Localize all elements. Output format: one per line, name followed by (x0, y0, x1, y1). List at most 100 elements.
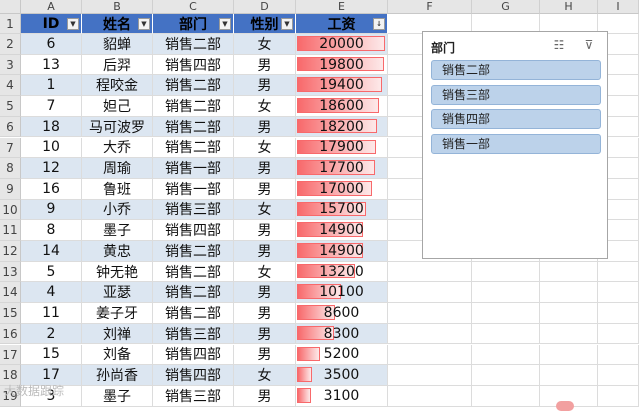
row-header[interactable]: 7 (0, 137, 21, 159)
cell-gender[interactable]: 女 (234, 96, 296, 117)
row-header[interactable]: 16 (0, 323, 21, 345)
cell-dept[interactable]: 销售二部 (153, 241, 234, 262)
empty-cell[interactable] (540, 261, 598, 283)
cell-gender[interactable]: 男 (234, 220, 296, 241)
cell-id[interactable]: 10 (21, 137, 82, 159)
cell-dept[interactable]: 销售二部 (153, 34, 234, 55)
col-header-e[interactable]: E (296, 0, 388, 14)
col-header-c[interactable]: C (153, 0, 234, 14)
empty-cell[interactable] (540, 323, 598, 345)
cell-dept[interactable]: 销售一部 (153, 158, 234, 179)
slicer-item-sales-3[interactable]: 销售三部 (431, 85, 601, 105)
empty-cell[interactable] (598, 344, 639, 366)
cell-id[interactable]: 4 (21, 282, 82, 304)
cell-name[interactable]: 小乔 (82, 199, 153, 221)
cell-gender[interactable]: 男 (234, 116, 296, 138)
cell-id[interactable]: 8 (21, 220, 82, 241)
cell-id[interactable]: 1 (21, 75, 82, 97)
cell-name[interactable]: 亚瑟 (82, 282, 153, 304)
row-header[interactable]: 13 (0, 261, 21, 283)
cell-name[interactable]: 周瑜 (82, 158, 153, 179)
cell-name[interactable]: 鲁班 (82, 178, 153, 200)
empty-cell[interactable] (472, 282, 540, 304)
cell-dept[interactable]: 销售三部 (153, 323, 234, 345)
cell-name[interactable]: 墨子 (82, 220, 153, 241)
cell-id[interactable]: 12 (21, 158, 82, 179)
cell-name[interactable]: 后羿 (82, 54, 153, 76)
cell-id[interactable]: 14 (21, 241, 82, 262)
row-header[interactable]: 15 (0, 303, 21, 324)
cell-id[interactable]: 15 (21, 344, 82, 366)
empty-cell[interactable] (472, 323, 540, 345)
empty-cell[interactable] (598, 303, 639, 324)
empty-cell[interactable] (472, 261, 540, 283)
cell-id[interactable]: 6 (21, 34, 82, 55)
empty-cell[interactable] (540, 303, 598, 324)
row-header[interactable]: 10 (0, 199, 21, 221)
filter-dropdown-icon[interactable]: ▼ (67, 18, 79, 30)
cell-dept[interactable]: 销售二部 (153, 261, 234, 283)
cell-salary[interactable]: 19400 (296, 75, 388, 97)
cell-gender[interactable]: 男 (234, 158, 296, 179)
cell-salary[interactable]: 20000 (296, 34, 388, 55)
empty-cell[interactable] (540, 365, 598, 386)
cell-salary[interactable]: 18600 (296, 96, 388, 117)
empty-cell[interactable] (388, 365, 472, 386)
col-header-a[interactable]: A (21, 0, 82, 14)
cell-dept[interactable]: 销售二部 (153, 303, 234, 324)
cell-name[interactable]: 钟无艳 (82, 261, 153, 283)
empty-cell[interactable] (540, 344, 598, 366)
cell-name[interactable]: 孙尚香 (82, 365, 153, 386)
cell-name[interactable]: 姜子牙 (82, 303, 153, 324)
col-header-b[interactable]: B (82, 0, 153, 14)
cell-gender[interactable]: 男 (234, 385, 296, 407)
slicer-item-sales-2[interactable]: 销售二部 (431, 60, 601, 80)
cell-name[interactable]: 妲己 (82, 96, 153, 117)
row-header[interactable]: 6 (0, 116, 21, 138)
filter-dropdown-icon[interactable]: ▼ (138, 18, 150, 30)
cell-dept[interactable]: 销售四部 (153, 220, 234, 241)
cell-name[interactable]: 大乔 (82, 137, 153, 159)
cell-dept[interactable]: 销售二部 (153, 75, 234, 97)
cell-gender[interactable]: 女 (234, 365, 296, 386)
row-header[interactable]: 4 (0, 75, 21, 97)
cell-gender[interactable]: 女 (234, 137, 296, 159)
col-header-f[interactable]: F (388, 0, 472, 14)
empty-cell[interactable] (472, 344, 540, 366)
row-header[interactable]: 8 (0, 158, 21, 179)
empty-cell[interactable] (598, 261, 639, 283)
cell-dept[interactable]: 销售二部 (153, 96, 234, 117)
empty-cell[interactable] (472, 385, 540, 407)
sort-descending-icon[interactable]: ↓ (373, 18, 385, 30)
empty-cell[interactable] (388, 303, 472, 324)
cell-gender[interactable]: 女 (234, 199, 296, 221)
cell-name[interactable]: 程咬金 (82, 75, 153, 97)
multi-select-icon[interactable]: ☷ (551, 37, 567, 53)
empty-cell[interactable] (598, 323, 639, 345)
cell-salary[interactable]: 3100 (296, 385, 388, 407)
header-name[interactable]: 姓名 ▼ (82, 14, 153, 34)
cell-dept[interactable]: 销售三部 (153, 385, 234, 407)
cell-id[interactable]: 9 (21, 199, 82, 221)
cell-id[interactable]: 2 (21, 323, 82, 345)
cell-salary[interactable]: 19800 (296, 54, 388, 76)
cell-dept[interactable]: 销售一部 (153, 178, 234, 200)
clear-filter-icon[interactable]: ⊽ (581, 37, 597, 53)
row-header[interactable]: 9 (0, 178, 21, 200)
cell-name[interactable]: 貂蝉 (82, 34, 153, 55)
row-header[interactable]: 2 (0, 34, 21, 55)
cell-salary[interactable]: 8300 (296, 323, 388, 345)
cell-salary[interactable]: 3500 (296, 365, 388, 386)
cell-salary[interactable]: 14900 (296, 241, 388, 262)
cell-gender[interactable]: 男 (234, 344, 296, 366)
row-header[interactable]: 14 (0, 282, 21, 304)
empty-cell[interactable] (388, 323, 472, 345)
empty-cell[interactable] (388, 261, 472, 283)
cell-salary[interactable]: 17000 (296, 178, 388, 200)
row-header[interactable]: 12 (0, 241, 21, 262)
cell-gender[interactable]: 男 (234, 75, 296, 97)
cell-dept[interactable]: 销售四部 (153, 365, 234, 386)
cell-gender[interactable]: 男 (234, 303, 296, 324)
cell-id[interactable]: 18 (21, 116, 82, 138)
cell-salary[interactable]: 14900 (296, 220, 388, 241)
